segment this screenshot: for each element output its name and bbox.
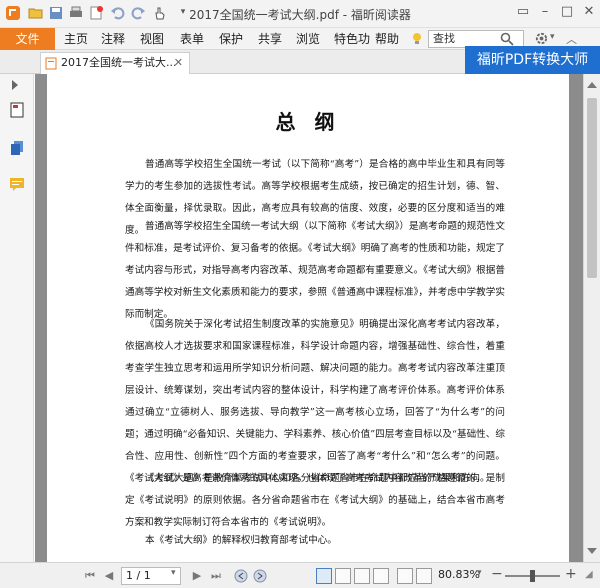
comments-icon[interactable] [9, 176, 25, 192]
go-forward-icon[interactable] [252, 568, 268, 584]
lightbulb-icon[interactable] [410, 32, 424, 46]
window-title: 2017全国统一考试大纲.pdf - 福昕阅读器 [189, 8, 411, 22]
scroll-down-icon[interactable] [587, 548, 597, 554]
maximize-button[interactable]: □ [556, 0, 578, 24]
ribbon-toggle-icon[interactable]: ▭ [512, 0, 534, 24]
tab-form[interactable]: 表单 [180, 28, 204, 50]
tab-document-label: 2017全国统一考试大... [61, 56, 177, 69]
layers-icon[interactable] [10, 140, 24, 156]
page-thumbnails-icon[interactable] [10, 102, 24, 118]
scroll-thumb[interactable] [587, 98, 597, 278]
title-bar: ▾ 2017全国统一考试大纲.pdf - 福昕阅读器 ▭ – □ ✕ [0, 0, 600, 28]
tab-share[interactable]: 共享 [258, 28, 282, 50]
minimize-button[interactable]: – [534, 0, 556, 24]
zoom-dropdown-icon[interactable]: ▾ [477, 568, 482, 578]
previous-page-icon[interactable]: ◀ [101, 568, 117, 584]
continuous-facing-view-button[interactable] [373, 568, 389, 584]
tab-protect[interactable]: 保护 [219, 28, 243, 50]
settings-dropdown-icon[interactable]: ▾ [550, 32, 555, 42]
fit-page-button[interactable] [397, 568, 413, 584]
page-title: 总 纲 [275, 110, 341, 134]
document-view[interactable]: 总 纲 普通高等学校招生全国统一考试（以下简称“高考”）是合格的高中毕业生和具有… [35, 74, 583, 562]
promo-banner[interactable]: 福昕PDF转换大师 [465, 46, 600, 74]
zoom-out-icon[interactable]: − [491, 566, 503, 582]
tab-help[interactable]: 帮助 [375, 28, 399, 50]
paragraph: 《国务院关于深化考试招生制度改革的实施意见》明确提出深化高考考试内容改革，依据高… [125, 319, 505, 484]
tab-document[interactable]: 2017全国统一考试大... ✕ [40, 52, 190, 74]
paragraph: 普通高等学校招生全国统一考试大纲（以下简称《考试大纲》）是高考命题的规范性文件和… [125, 221, 505, 320]
navigation-panel [0, 74, 34, 562]
tab-home[interactable]: 主页 [64, 28, 88, 50]
pdf-page: 总 纲 普通高等学校招生全国统一考试（以下简称“高考”）是合格的高中毕业生和具有… [47, 74, 569, 562]
close-button[interactable]: ✕ [578, 0, 600, 24]
paragraph: 《考试大纲》是教育部考试中心和各分省命题省市在命题中都应当严格遵循的，是制定《考… [125, 473, 505, 528]
single-page-view-button[interactable] [316, 568, 332, 584]
last-page-icon[interactable]: ⏭ [208, 568, 224, 584]
gear-icon[interactable] [534, 31, 549, 46]
pdf-file-icon [45, 57, 57, 70]
status-bar: ⏮ ◀ 1 / 1 ▾ ▶ ⏭ 80.83% ▾ − + ◢ [0, 562, 600, 588]
expand-panel-icon[interactable] [12, 80, 18, 90]
zoom-in-icon[interactable]: + [565, 566, 577, 582]
search-icon[interactable] [499, 31, 515, 47]
page-dropdown-icon[interactable]: ▾ [171, 568, 176, 578]
zoom-level[interactable]: 80.83% [438, 568, 480, 581]
zoom-slider-handle[interactable] [530, 570, 535, 582]
facing-view-button[interactable] [354, 568, 370, 584]
first-page-icon[interactable]: ⏮ [82, 568, 98, 584]
ribbon-collapse-icon[interactable]: ︿ [566, 31, 577, 47]
tab-browse[interactable]: 浏览 [296, 28, 320, 50]
resize-grip-icon[interactable]: ◢ [585, 569, 593, 580]
tab-features[interactable]: 特色功 [334, 28, 370, 50]
next-page-icon[interactable]: ▶ [189, 568, 205, 584]
tab-comment[interactable]: 注释 [101, 28, 125, 50]
vertical-scrollbar[interactable] [583, 74, 600, 562]
go-back-icon[interactable] [233, 568, 249, 584]
paragraph: 本《考试大纲》的解释权归教育部考试中心。 [145, 535, 337, 546]
tab-view[interactable]: 视图 [140, 28, 164, 50]
continuous-view-button[interactable] [335, 568, 351, 584]
close-tab-icon[interactable]: ✕ [174, 53, 183, 73]
file-tab[interactable]: 文件 [0, 28, 55, 50]
fit-width-button[interactable] [416, 568, 432, 584]
scroll-up-icon[interactable] [587, 82, 597, 88]
